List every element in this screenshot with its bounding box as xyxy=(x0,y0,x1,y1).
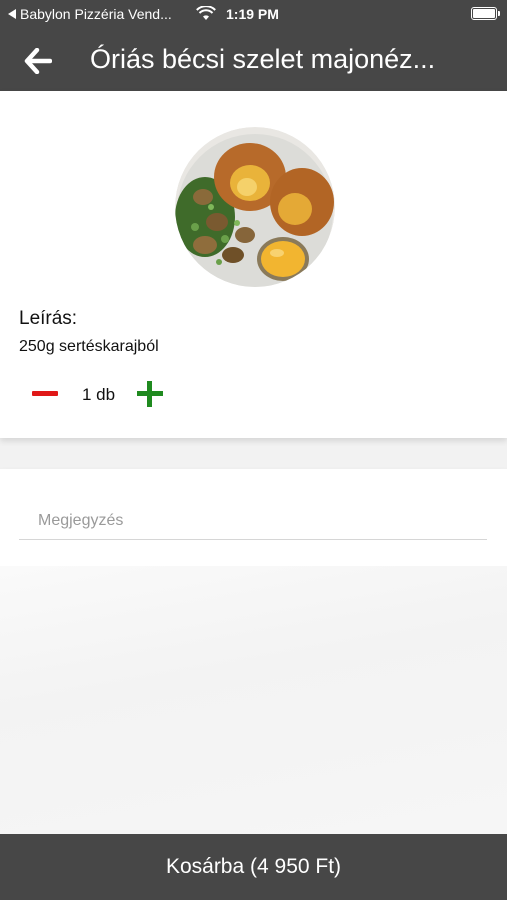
background-area xyxy=(0,566,507,834)
status-back-app-label: Babylon Pizzéria Vend... xyxy=(20,6,172,22)
header-bar: Óriás bécsi szelet majonéz... xyxy=(0,30,507,91)
battery-icon xyxy=(471,7,500,20)
arrow-left-icon[interactable] xyxy=(24,48,52,74)
product-image xyxy=(175,127,335,287)
description-label: Leírás: xyxy=(19,308,78,329)
status-time: 1:19 PM xyxy=(226,6,279,22)
decrease-quantity-button[interactable] xyxy=(32,391,58,399)
status-back-to-app[interactable]: Babylon Pizzéria Vend... xyxy=(8,6,172,22)
note-input[interactable] xyxy=(19,502,487,540)
page-title: Óriás bécsi szelet majonéz... xyxy=(90,44,436,74)
add-to-cart-label: Kosárba (4 950 Ft) xyxy=(165,855,342,878)
product-card: Leírás: 250g sertéskarajból 1 db xyxy=(0,91,507,438)
status-bar: Babylon Pizzéria Vend... 1:19 PM xyxy=(0,0,507,30)
quantity-value: 1 db xyxy=(82,385,116,404)
note-card xyxy=(0,469,507,566)
add-to-cart-button[interactable]: Kosárba (4 950 Ft) xyxy=(0,834,507,900)
description-text: 250g sertéskarajból xyxy=(19,338,159,355)
increase-quantity-button[interactable] xyxy=(137,381,163,407)
minus-icon xyxy=(32,391,58,396)
back-triangle-icon xyxy=(8,9,16,19)
wifi-icon xyxy=(196,6,216,20)
